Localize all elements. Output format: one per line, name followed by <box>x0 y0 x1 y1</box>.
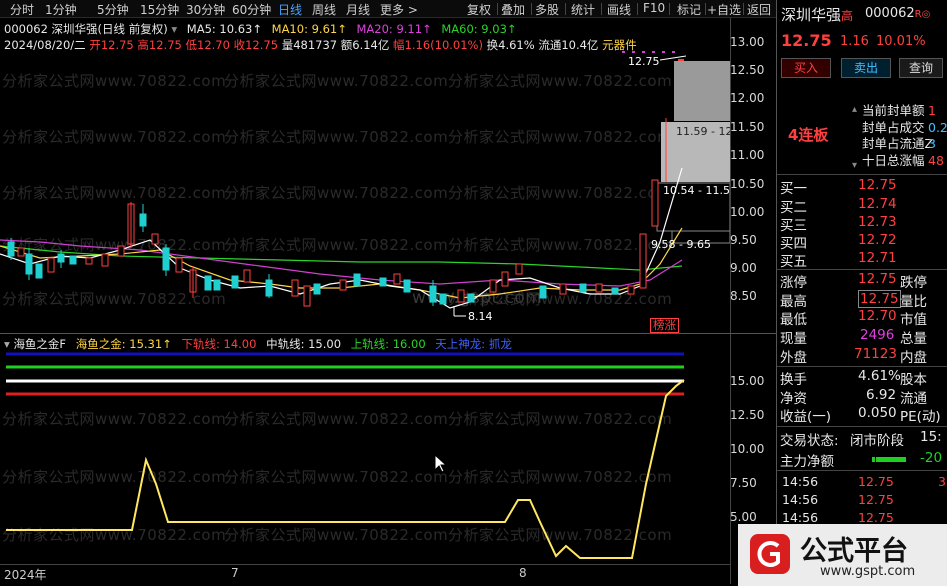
stat-row: 涨停 12.75 跌停 <box>780 271 927 291</box>
tick-row: 14:56 12.75 3 <box>782 474 946 489</box>
net-bar <box>876 457 906 462</box>
tab-30min[interactable]: 30分钟 <box>186 1 225 18</box>
bid-row[interactable]: 买三 12.73 <box>780 214 945 234</box>
logo-banner: 公式平台 www.gspt.com <box>738 524 947 586</box>
main-net-row: 主力净额 -20 <box>780 450 943 470</box>
up-arrow-icon: ▴ <box>852 104 858 115</box>
right-change-pct: 10.01% <box>876 34 926 49</box>
indicator-tick: 5.00 <box>730 510 757 524</box>
price-tick: 8.50 <box>730 289 757 303</box>
mark-button[interactable]: 标记 <box>677 1 701 18</box>
down-arrow-icon: ▾ <box>852 160 858 171</box>
f10-button[interactable]: F10 <box>643 1 665 15</box>
add-watchlist-button[interactable]: +自选 <box>707 1 741 18</box>
buy-button[interactable]: 买入 <box>781 58 831 78</box>
gap-label: 10.54 - 11.5 <box>663 184 730 197</box>
restore-right-button[interactable]: 复权 <box>467 1 491 18</box>
right-price: 12.75 <box>781 31 832 50</box>
streak-badge: 4连板 <box>788 126 829 144</box>
tab-1min[interactable]: 1分钟 <box>45 1 77 18</box>
gap-label: 9.58 - 9.65 <box>651 238 711 251</box>
statistics-button[interactable]: 统计 <box>571 1 595 18</box>
overlay-button[interactable]: 叠加 <box>501 1 525 18</box>
trade-status-row: 交易状态: 闭市阶段 15: <box>780 429 942 449</box>
low-price-label: 8.14 <box>468 310 493 323</box>
time-tick: 8 <box>519 566 527 580</box>
bid-row[interactable]: 买四 12.72 <box>780 232 945 252</box>
time-tick: 2024年 <box>4 568 47 582</box>
stat-row: 外盘 71123 内盘 <box>780 346 927 366</box>
price-tick: 9.50 <box>730 233 757 247</box>
candlestick-chart[interactable] <box>0 18 730 334</box>
draw-line-button[interactable]: 画线 <box>607 1 631 18</box>
indicator-tick: 10.00 <box>730 442 765 456</box>
logo-url: www.gspt.com <box>820 564 916 579</box>
tab-weekly[interactable]: 周线 <box>312 1 336 18</box>
circle-icon: ◎ <box>921 9 931 20</box>
tab-60min[interactable]: 60分钟 <box>232 1 271 18</box>
candles <box>7 59 684 307</box>
panel-divider <box>776 0 777 586</box>
tab-intraday[interactable]: 分时 <box>10 1 34 18</box>
fund-row: 收益(一) 0.050 PE(动) <box>780 405 941 425</box>
time-tick: 7 <box>231 566 239 580</box>
gap-label: 11.59 - 12 <box>676 125 733 138</box>
logo-text: 公式平台 <box>800 536 908 567</box>
indicator-line <box>6 379 685 559</box>
logo-icon <box>750 534 790 574</box>
bid-row[interactable]: 买一 12.75 <box>780 177 945 197</box>
query-button[interactable]: 查询 <box>899 58 943 78</box>
fund-row: 净资 6.92 流通 <box>780 387 927 407</box>
right-change: 1.16 <box>840 34 869 49</box>
price-tick: 10.50 <box>730 177 765 191</box>
sell-button[interactable]: 卖出 <box>841 58 891 78</box>
price-tick: 12.00 <box>730 91 765 105</box>
stat-row: 最高 12.75 量比 <box>780 290 927 310</box>
bid-row[interactable]: 买五 12.71 <box>780 250 945 270</box>
price-tick: 10.00 <box>730 205 765 219</box>
time-axis-line <box>0 564 730 565</box>
limit-price-label: 12.75 <box>628 55 660 68</box>
bid-row[interactable]: 买二 12.74 <box>780 196 945 216</box>
price-tick: 9.00 <box>730 261 757 275</box>
indicator-tick: 7.50 <box>730 476 757 490</box>
right-stock-code: 000062R◎ <box>865 6 931 21</box>
period-toolbar: 分时 1分钟 5分钟 15分钟 30分钟 60分钟 日线 周线 月线 更多 > … <box>0 0 776 18</box>
multi-stock-button[interactable]: 多股 <box>535 1 559 18</box>
right-stock-name: 深圳华强高 <box>781 6 854 24</box>
fund-row: 换手 4.61% 股本 <box>780 368 927 388</box>
price-tick: 13.00 <box>730 35 765 49</box>
tab-daily[interactable]: 日线 <box>278 1 302 18</box>
stat-row: 最低 12.70 市值 <box>780 308 927 328</box>
indicator-chart[interactable] <box>0 334 730 564</box>
price-tick: 11.00 <box>730 148 765 162</box>
seal-labels: 当前封单额 封单占成交 封单占流通Z 十日总涨幅 <box>862 103 934 168</box>
rank-badge[interactable]: 榜涨 <box>650 318 679 333</box>
tab-monthly[interactable]: 月线 <box>346 1 370 18</box>
tab-more[interactable]: 更多 > <box>380 1 418 18</box>
seal-values: 1 0.2 3 48 <box>928 103 947 168</box>
stat-row: 现量 2496 总量 <box>780 327 927 347</box>
tick-row: 14:56 12.75 <box>782 492 894 507</box>
price-tick: 11.50 <box>730 120 765 134</box>
tab-5min[interactable]: 5分钟 <box>97 1 129 18</box>
mouse-cursor-icon <box>434 454 448 473</box>
back-button[interactable]: 返回 <box>747 1 771 18</box>
gap-box <box>674 61 730 121</box>
tab-15min[interactable]: 15分钟 <box>140 1 179 18</box>
indicator-tick: 15.00 <box>730 374 765 388</box>
indicator-tick: 12.50 <box>730 408 765 422</box>
price-tick: 12.50 <box>730 63 765 77</box>
